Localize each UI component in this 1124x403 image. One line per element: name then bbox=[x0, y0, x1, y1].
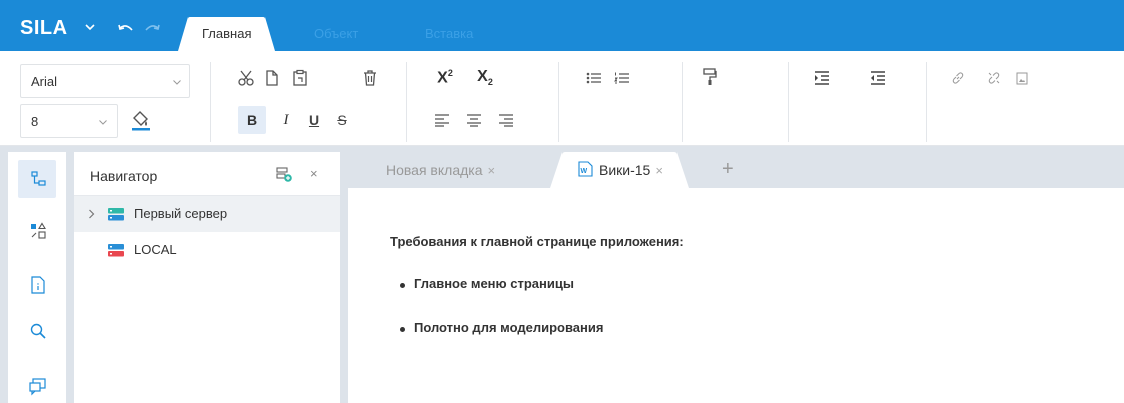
chevron-down-icon bbox=[99, 120, 107, 125]
navigator-title: Навигатор bbox=[90, 168, 158, 184]
chevron-down-icon[interactable] bbox=[84, 22, 96, 32]
align-left-icon bbox=[435, 114, 449, 127]
font-size-select[interactable]: 8 bbox=[20, 104, 118, 138]
strikethrough-button[interactable]: S bbox=[330, 108, 354, 132]
bullet-dot bbox=[400, 327, 405, 332]
server-icon bbox=[108, 244, 124, 257]
subscript-label: X2 bbox=[477, 68, 493, 88]
italic-label: I bbox=[283, 111, 289, 128]
align-center-icon bbox=[467, 114, 481, 127]
subscript-button[interactable]: X2 bbox=[470, 64, 500, 92]
tab-new-tab[interactable]: Новая вкладка × bbox=[386, 152, 495, 188]
align-left-button[interactable] bbox=[430, 108, 454, 132]
tree-icon[interactable] bbox=[29, 170, 47, 188]
numbered-list-button[interactable] bbox=[610, 66, 634, 90]
font-size-value: 8 bbox=[31, 114, 39, 129]
ribbon-separator bbox=[926, 62, 927, 142]
document-tab-bar: Новая вкладка × W Вики-15 × + bbox=[348, 152, 1124, 188]
tab-insert[interactable]: Вставка bbox=[425, 26, 473, 41]
undo-icon[interactable] bbox=[118, 24, 134, 34]
numbered-list-icon bbox=[614, 72, 629, 84]
indent-icon bbox=[815, 71, 829, 85]
tab-wiki-15[interactable]: W Вики-15 × bbox=[550, 152, 689, 188]
title-bar: SILA Главная Объект Вставка bbox=[0, 0, 1124, 51]
copy-button[interactable] bbox=[260, 66, 284, 90]
ribbon-separator bbox=[558, 62, 559, 142]
fill-color-icon[interactable] bbox=[124, 104, 158, 138]
tab-object[interactable]: Объект bbox=[314, 26, 358, 41]
close-navigator-button[interactable]: × bbox=[310, 167, 322, 180]
outdent-icon bbox=[871, 71, 885, 85]
chevron-down-icon bbox=[173, 80, 181, 85]
unlink-button[interactable] bbox=[982, 66, 1006, 90]
superscript-button[interactable]: X2 bbox=[430, 64, 460, 92]
app-logo[interactable]: SILA bbox=[20, 17, 68, 40]
bullet-list-icon bbox=[586, 72, 601, 84]
superscript-label: X2 bbox=[437, 68, 453, 87]
svg-text:W: W bbox=[581, 168, 588, 175]
delete-button[interactable] bbox=[358, 66, 382, 90]
image-button[interactable] bbox=[1010, 66, 1034, 90]
bold-button[interactable]: B bbox=[238, 106, 266, 134]
list-item: Главное меню страницы bbox=[414, 276, 574, 291]
font-family-select[interactable]: Arial bbox=[20, 64, 190, 98]
document-heading: Требования к главной странице приложения… bbox=[390, 234, 684, 249]
tree-item-label: Первый сервер bbox=[134, 206, 228, 221]
close-tab-button[interactable]: × bbox=[488, 163, 496, 178]
strikethrough-label: S bbox=[337, 112, 347, 128]
server-icon bbox=[108, 208, 124, 221]
tab-label: Новая вкладка bbox=[386, 162, 483, 178]
redo-icon[interactable] bbox=[144, 24, 160, 34]
font-family-value: Arial bbox=[31, 74, 58, 89]
list-item: Полотно для моделирования bbox=[414, 320, 604, 335]
align-center-button[interactable] bbox=[462, 108, 486, 132]
close-tab-button[interactable]: × bbox=[655, 163, 663, 178]
ribbon-separator bbox=[682, 62, 683, 142]
decrease-indent-button[interactable] bbox=[866, 66, 890, 90]
underline-label: U bbox=[308, 112, 320, 128]
tab-home[interactable]: Главная bbox=[177, 17, 277, 51]
bullet-list-button[interactable] bbox=[582, 66, 606, 90]
cut-icon bbox=[238, 70, 254, 86]
copy-icon bbox=[266, 70, 278, 86]
navigator-header: Навигатор × bbox=[74, 152, 340, 196]
document-canvas[interactable]: Требования к главной странице приложения… bbox=[348, 188, 1124, 403]
paste-icon bbox=[293, 69, 307, 86]
objects-icon[interactable] bbox=[29, 222, 47, 240]
align-right-icon bbox=[499, 114, 513, 127]
search-icon[interactable] bbox=[29, 322, 47, 340]
link-button[interactable] bbox=[946, 66, 970, 90]
new-tab-button[interactable]: + bbox=[722, 152, 734, 186]
bullet-dot bbox=[400, 283, 405, 288]
navigator-panel: Навигатор × Первый сервер LOCAL bbox=[74, 152, 340, 403]
delete-icon bbox=[364, 70, 376, 86]
ribbon-separator bbox=[788, 62, 789, 142]
bold-label: B bbox=[246, 112, 258, 128]
align-right-button[interactable] bbox=[494, 108, 518, 132]
word-doc-icon: W bbox=[578, 161, 593, 177]
add-server-icon[interactable] bbox=[276, 166, 292, 182]
italic-button[interactable]: I bbox=[274, 108, 298, 132]
chat-icon[interactable] bbox=[29, 378, 47, 396]
document-icon[interactable] bbox=[29, 276, 47, 294]
tree-item-local[interactable]: LOCAL bbox=[74, 232, 340, 268]
tab-label: Вики-15 bbox=[599, 162, 651, 178]
format-painter-icon bbox=[703, 68, 717, 85]
link-icon bbox=[952, 72, 964, 84]
tree-item-first-server[interactable]: Первый сервер bbox=[74, 196, 340, 232]
format-painter-button[interactable] bbox=[698, 65, 722, 89]
left-icon-rail bbox=[8, 152, 66, 403]
paste-button[interactable] bbox=[288, 66, 312, 90]
cut-button[interactable] bbox=[234, 66, 258, 90]
underline-button[interactable]: U bbox=[302, 108, 326, 132]
tree-item-label: LOCAL bbox=[134, 242, 177, 257]
increase-indent-button[interactable] bbox=[810, 66, 834, 90]
chevron-right-icon[interactable] bbox=[88, 209, 95, 219]
ribbon-separator bbox=[406, 62, 407, 142]
ribbon-separator bbox=[210, 62, 211, 142]
unlink-icon bbox=[988, 72, 1000, 84]
image-icon bbox=[1016, 72, 1028, 84]
